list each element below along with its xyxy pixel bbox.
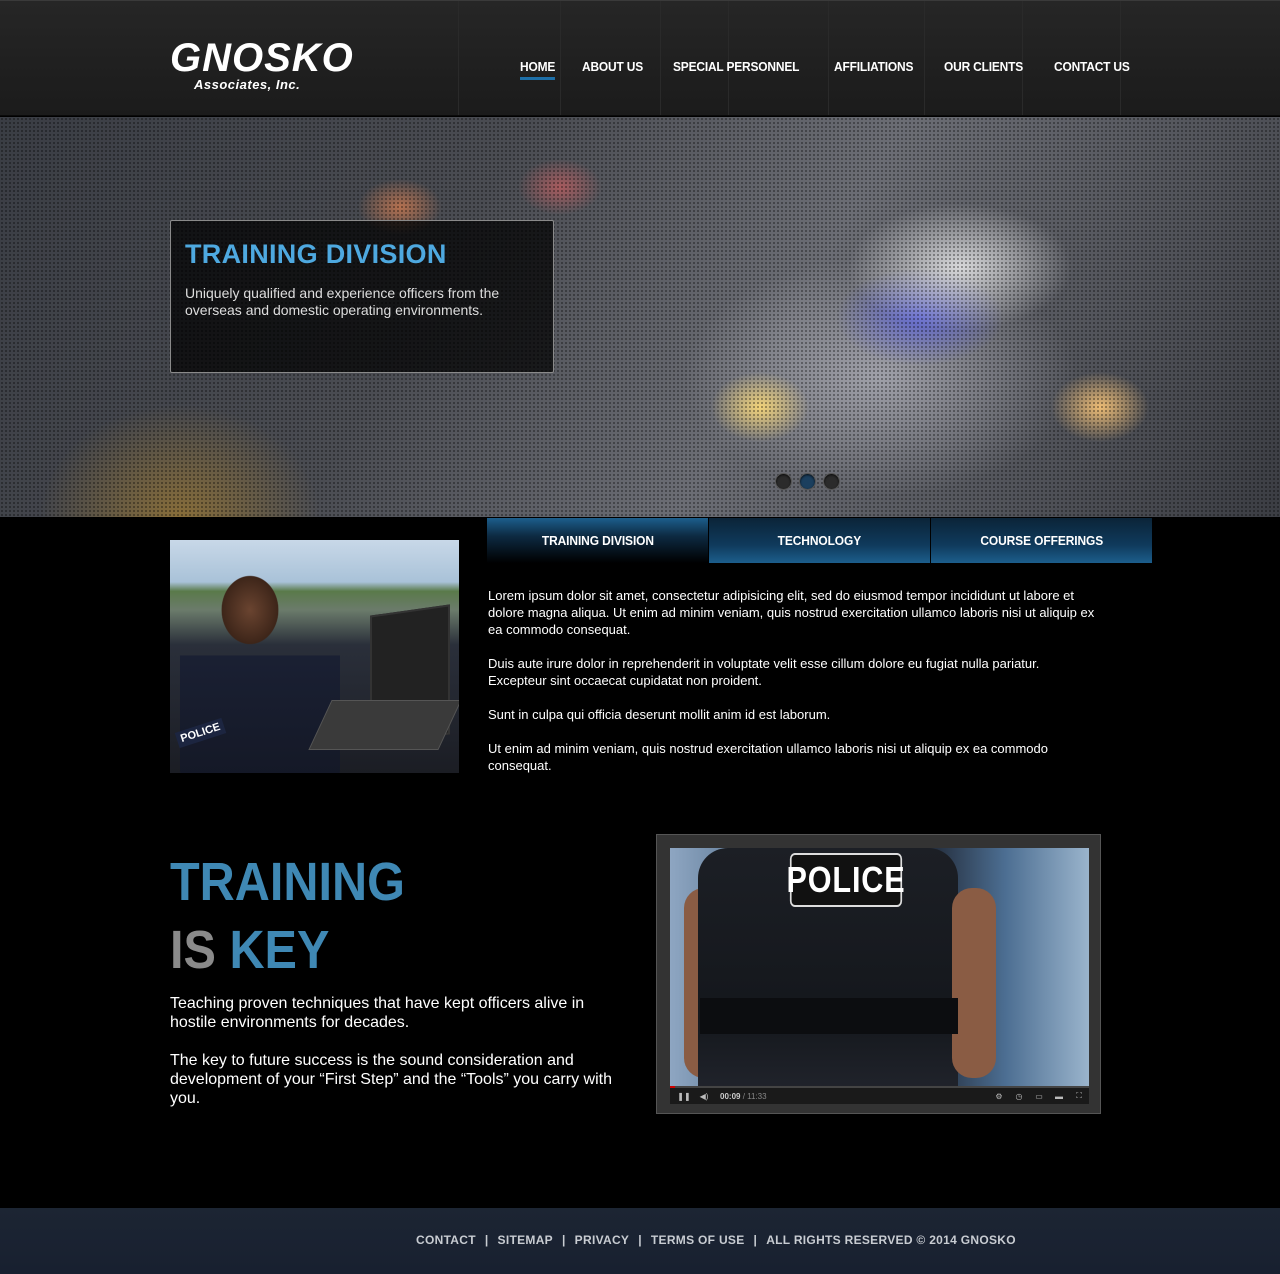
video-duty-belt <box>700 998 958 1034</box>
footer-links: CONTACT | SITEMAP | PRIVACY | TERMS OF U… <box>416 1233 1016 1247</box>
video-duration: / 11:33 <box>742 1091 767 1101</box>
fullscreen-icon[interactable]: ⛶ <box>1073 1091 1085 1101</box>
tab-technology[interactable]: TECHNOLOGY <box>709 518 930 563</box>
footer-link-sitemap[interactable]: SITEMAP <box>498 1233 553 1247</box>
video-current-time: 00:09 <box>720 1091 741 1101</box>
slider-dot-2[interactable] <box>799 473 816 490</box>
logo[interactable]: GNOSKO Associates, Inc. <box>170 37 353 97</box>
tab-label: TECHNOLOGY <box>777 533 862 548</box>
feature-heading-line1: TRAINING <box>170 852 405 912</box>
feature-paragraph-1: Teaching proven techniques that have kep… <box>170 995 585 1031</box>
theater-icon[interactable]: ▬ <box>1053 1091 1065 1101</box>
nav-about-us[interactable]: ABOUT US <box>582 59 643 74</box>
nav-home[interactable]: HOME <box>520 59 556 80</box>
nav-special-personnel[interactable]: SPECIAL PERSONNEL <box>673 59 799 74</box>
feature-paragraph-2: The key to future success is the sound c… <box>170 1052 612 1107</box>
slider-dots <box>775 473 847 490</box>
content-paragraph: Ut enim ad minim veniam, quis nostrud ex… <box>488 741 1048 773</box>
nav-our-clients[interactable]: OUR CLIENTS <box>944 59 1023 74</box>
footer-link-privacy[interactable]: PRIVACY <box>575 1233 630 1247</box>
video-police-patch: POLICE <box>787 853 905 907</box>
feature-heading-line2: IS KEY <box>170 921 329 979</box>
footer-link-contact[interactable]: CONTACT <box>416 1233 476 1247</box>
nav-affiliations[interactable]: AFFILIATIONS <box>834 59 913 74</box>
tab-course-offerings[interactable]: COURSE OFFERINGS <box>931 518 1152 563</box>
site-footer: CONTACT | SITEMAP | PRIVACY | TERMS OF U… <box>0 1208 1280 1274</box>
video-player: POLICE ❚❚ ◀) 00:09 / 11:33 ⚙ ◷ ▭ ▬ ⛶ <box>656 834 1101 1114</box>
content-paragraph: Duis aute irure dolor in reprehenderit i… <box>488 656 1040 688</box>
slider-dot-1[interactable] <box>775 473 792 490</box>
video-time: 00:09 / 11:33 <box>720 1092 767 1101</box>
video-progress-bar[interactable] <box>670 1086 1089 1088</box>
size-toggle-icon[interactable]: ▭ <box>1033 1091 1045 1101</box>
video-arm-right <box>952 888 996 1078</box>
site-header: GNOSKO Associates, Inc. HOME ABOUT US SP… <box>0 0 1280 116</box>
footer-separator: | <box>562 1233 566 1247</box>
content-paragraph: Sunt in culpa qui officia deserunt molli… <box>488 707 831 722</box>
tab-label: TRAINING DIVISION <box>541 533 654 548</box>
officer-laptop-photo: POLICE <box>170 540 459 773</box>
footer-separator: | <box>753 1233 758 1247</box>
feature-heading-is: IS <box>170 920 216 980</box>
nav-contact-us[interactable]: CONTACT US <box>1054 59 1130 74</box>
main-nav: HOME ABOUT US SPECIAL PERSONNEL AFFILIAT… <box>520 59 1160 80</box>
feature-heading-key: KEY <box>229 920 330 980</box>
video-screen[interactable]: POLICE <box>670 848 1089 1088</box>
watch-later-icon[interactable]: ◷ <box>1013 1091 1025 1101</box>
footer-separator: | <box>484 1233 489 1247</box>
video-controls-right: ⚙ ◷ ▭ ▬ ⛶ <box>985 1091 1085 1101</box>
footer-separator: | <box>638 1233 642 1247</box>
logo-name: GNOSKO <box>170 36 354 80</box>
video-controls: ❚❚ ◀) 00:09 / 11:33 ⚙ ◷ ▭ ▬ ⛶ <box>670 1086 1089 1104</box>
tab-content: Lorem ipsum dolor sit amet, consectetur … <box>488 587 1098 791</box>
settings-gear-icon[interactable]: ⚙ <box>993 1091 1005 1101</box>
video-progress-fill <box>670 1086 676 1088</box>
photo-keyboard <box>308 700 459 750</box>
content-tabs: TRAINING DIVISION TECHNOLOGY COURSE OFFE… <box>487 518 1153 563</box>
volume-icon[interactable]: ◀) <box>698 1091 710 1101</box>
tab-label: COURSE OFFERINGS <box>980 533 1103 548</box>
feature-text: Teaching proven techniques that have kep… <box>170 994 620 1127</box>
footer-link-terms[interactable]: TERMS OF USE <box>651 1233 745 1247</box>
logo-subtitle: Associates, Inc. <box>194 77 301 92</box>
slider-dot-3[interactable] <box>823 473 840 490</box>
footer-copyright: ALL RIGHTS RESERVED © 2014 GNOSKO <box>766 1233 1016 1247</box>
hero-text: Uniquely qualified and experience office… <box>185 285 500 318</box>
pause-icon[interactable]: ❚❚ <box>677 1091 690 1101</box>
tab-training-division[interactable]: TRAINING DIVISION <box>487 518 708 563</box>
hero-slider: TRAINING DIVISION Uniquely qualified and… <box>0 117 1280 517</box>
hero-title: TRAINING DIVISION <box>185 239 447 269</box>
hero-caption: TRAINING DIVISION Uniquely qualified and… <box>170 220 554 373</box>
content-paragraph: Lorem ipsum dolor sit amet, consectetur … <box>488 588 1095 637</box>
